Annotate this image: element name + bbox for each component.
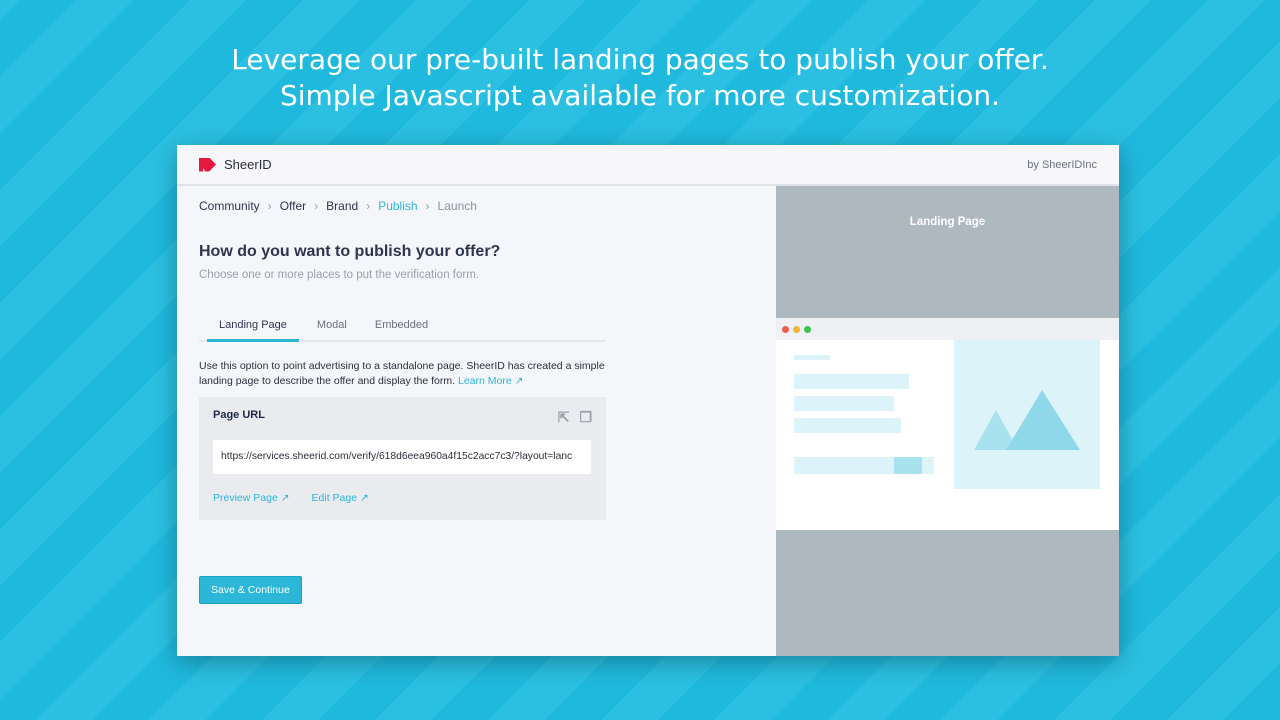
chevron-right-icon: ›	[267, 199, 272, 213]
external-link-icon: ↗	[280, 492, 290, 504]
preview-panel: Landing Page	[776, 186, 1119, 656]
placeholder-field	[794, 396, 894, 411]
tab-embedded[interactable]: Embedded	[375, 319, 428, 342]
external-link-icon[interactable]: ⇱	[558, 409, 570, 426]
page-url-field[interactable]: https://services.sheerid.com/verify/618d…	[213, 440, 591, 474]
brand-name: SheerID	[224, 157, 272, 172]
breadcrumb-brand[interactable]: Brand	[326, 199, 358, 213]
placeholder-button	[794, 457, 934, 474]
breadcrumb-offer[interactable]: Offer	[280, 199, 306, 213]
sheerid-logo-icon	[199, 157, 216, 172]
browser-bar	[776, 318, 1119, 340]
save-continue-button[interactable]: Save & Continue	[199, 576, 302, 604]
publisher-label: by SheerIDInc	[1027, 158, 1097, 171]
headline-line-2: Simple Javascript available for more cus…	[280, 79, 1000, 112]
chevron-right-icon: ›	[314, 199, 319, 213]
external-link-icon: ↗	[360, 492, 369, 504]
copy-icon[interactable]: ❐	[579, 409, 592, 426]
preview-page-label: Preview Page	[213, 492, 278, 504]
breadcrumb-publish[interactable]: Publish	[378, 199, 417, 213]
image-placeholder-icon	[954, 340, 1100, 489]
browser-mockup	[776, 318, 1119, 530]
maximize-dot-icon	[804, 325, 811, 333]
chevron-right-icon: ›	[425, 199, 430, 213]
main-panel: Community › Offer › Brand › Publish › Launch…	[177, 186, 776, 656]
tab-bar: Landing Page Modal Embedded	[199, 319, 606, 342]
learn-more-label: Learn More	[457, 375, 512, 387]
page-url-card: Page URL ⇱ ❐ https://services.sheerid.com…	[199, 397, 606, 520]
preview-title: Landing Page	[909, 216, 986, 228]
close-dot-icon	[782, 325, 789, 333]
logo[interactable]: SheerID	[199, 157, 272, 172]
description-text: Use this option to point advertising to …	[199, 360, 605, 387]
headline: Leverage our pre-built landing pages to …	[0, 42, 1280, 114]
edit-page-label: Edit Page	[311, 492, 358, 504]
top-bar: SheerID by SheerIDInc	[177, 145, 1119, 186]
tab-modal[interactable]: Modal	[317, 319, 347, 342]
tab-landing-page[interactable]: Landing Page	[207, 319, 299, 342]
breadcrumb: Community › Offer › Brand › Publish › Launch	[199, 199, 754, 213]
headline-line-1: Leverage our pre-built landing pages to …	[231, 43, 1049, 76]
edit-page-link[interactable]: Edit Page ↗	[312, 492, 369, 504]
page-subtitle: Choose one or more places to put the ver…	[199, 269, 479, 281]
preview-page-link[interactable]: Preview Page ↗	[213, 492, 290, 504]
placeholder-field	[794, 418, 901, 433]
page-title: How do you want to publish your offer?	[199, 243, 501, 260]
breadcrumb-launch: Launch	[437, 199, 477, 213]
placeholder-field	[794, 374, 909, 389]
minimize-dot-icon	[793, 325, 800, 333]
chevron-right-icon: ›	[366, 199, 371, 213]
description: Use this option to point advertising to …	[199, 359, 609, 389]
external-link-icon: ↗	[514, 375, 524, 387]
breadcrumb-community[interactable]: Community	[199, 199, 260, 213]
page-url-label: Page URL	[213, 409, 265, 421]
learn-more-link[interactable]: Learn More ↗	[458, 375, 523, 387]
app-window: SheerID by SheerIDInc Community › Offer › …	[177, 145, 1119, 656]
placeholder-line	[794, 355, 830, 360]
